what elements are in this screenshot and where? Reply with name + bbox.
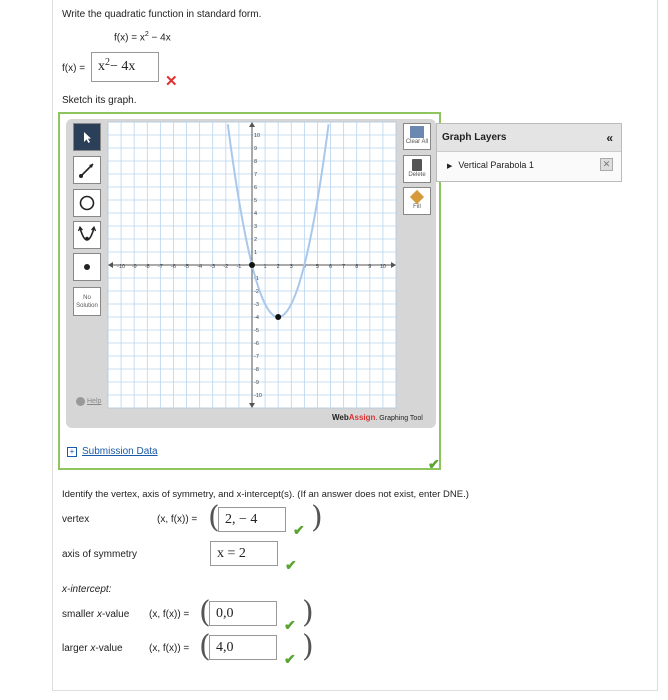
x-tick-label: -6 [171,264,176,270]
fill-button[interactable]: Fill [403,187,431,215]
plotted-point [249,262,255,268]
x-tick-label: -7 [158,264,163,270]
axis-label: axis of symmetry [62,549,138,560]
identify-prompt: Identify the vertex, axis of symmetry, a… [62,489,469,500]
y-tick-label: -10 [254,393,262,399]
x-tick-label: 2 [277,264,280,270]
smaller-x-input[interactable]: 0,0 [209,601,277,626]
y-tick-label: -3 [254,302,259,308]
clear-all-button[interactable]: Clear All [403,123,431,150]
x-tick-label: -9 [132,264,137,270]
graph-svg[interactable]: -10 -9 -8 -7 -6 -5 -4 -3 -2 -1 1 2 3 4 5 6 7 8 9 10 -10 -9 -8 -… [0,0,668,700]
x-tick-label: 7 [342,264,345,270]
x-tick-label: 3 [290,264,293,270]
x-tick-label: -3 [210,264,215,270]
y-tick-label: 4 [254,211,257,217]
y-tick-label: 9 [254,146,257,152]
remove-layer-icon[interactable]: ✕ [600,158,613,171]
vertex-input[interactable]: 2, − 4 [218,507,286,532]
larger-correct-check-icon: ✔ [284,651,296,667]
submission-data-toggle[interactable]: + Submission Data [67,446,158,457]
y-tick-label: -7 [254,354,259,360]
vertex-label: vertex [62,514,90,525]
webassign-brand: WebAssign. Graphing Tool [332,413,423,422]
graph-correct-check-icon: ✔ [428,456,440,472]
trash-icon [412,159,422,171]
y-tick-label: 3 [254,224,257,230]
plotted-point [275,314,282,320]
smaller-right-paren: ) [302,595,314,630]
x-tick-label: 5 [316,264,319,270]
y-tick-label: 7 [254,172,257,178]
y-tick-label: 1 [254,250,257,256]
x-tick-label: -1 [236,264,241,270]
y-tick-label: 5 [254,198,257,204]
vertex-correct-check-icon: ✔ [293,522,305,538]
y-tick-label: -2 [254,289,259,295]
axis-correct-check-icon: ✔ [285,557,297,573]
vertex-coord-label: (x, f(x)) = [157,514,198,525]
larger-label: larger x-value [62,643,123,654]
y-tick-label: 8 [254,159,257,165]
y-tick-label: -6 [254,341,259,347]
smaller-correct-check-icon: ✔ [284,617,296,633]
delete-button[interactable]: Delete [403,155,431,183]
x-tick-label: -5 [184,264,189,270]
y-tick-label: 6 [254,185,257,191]
axis-input[interactable]: x = 2 [210,541,278,566]
larger-coord-label: (x, f(x)) = [149,643,190,654]
x-tick-label: 8 [355,264,358,270]
x-tick-label: 1 [264,264,267,270]
x-tick-label: 9 [368,264,371,270]
expand-plus-icon: + [67,446,77,457]
clear-all-icon [410,126,424,138]
larger-right-paren: ) [302,629,314,664]
vertex-right-paren: ) [311,500,323,535]
larger-x-input[interactable]: 4,0 [209,635,277,660]
collapse-layers-icon[interactable]: « [606,131,613,145]
graph-layers-header: Graph Layers « [437,124,621,152]
smaller-label: smaller x-value [62,609,130,620]
smaller-coord-label: (x, f(x)) = [149,609,190,620]
layer-item[interactable]: ▶ Vertical Parabola 1 ✕ [437,152,621,171]
paint-bucket-icon [409,189,425,205]
x-tick-label: -8 [145,264,150,270]
x-tick-label: -4 [197,264,202,270]
y-tick-label: -5 [254,328,259,334]
x-tick-label: -2 [223,264,228,270]
graph-layers-panel: Graph Layers « ▶ Vertical Parabola 1 ✕ [436,123,622,182]
y-tick-label: 2 [254,237,257,243]
x-tick-label: 6 [329,264,332,270]
expand-triangle-icon: ▶ [447,162,453,170]
x-intercept-heading: x-intercept: [62,584,112,595]
y-tick-label: -4 [254,315,259,321]
y-tick-label: 10 [254,133,260,139]
graph-layers-title: Graph Layers [442,132,507,143]
x-tick-label: -10 [117,264,125,270]
y-tick-label: -9 [254,380,259,386]
x-tick-label: 10 [380,264,386,270]
y-tick-label: -8 [254,367,259,373]
